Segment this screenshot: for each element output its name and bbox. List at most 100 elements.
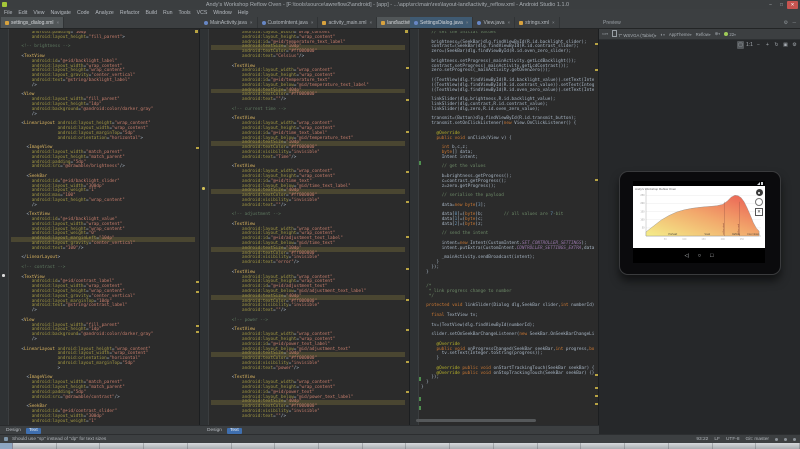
warning-stripe-mark[interactable] — [405, 391, 409, 393]
warning-stripe-mark[interactable] — [405, 67, 409, 69]
theme-selector[interactable]: AppTheme▾ — [669, 32, 692, 37]
menu-item-code[interactable]: Code — [77, 10, 89, 16]
minimize-button[interactable]: – — [765, 1, 776, 9]
activity-selector[interactable]: Reflow▾ — [696, 32, 711, 37]
lock-icon[interactable] — [775, 437, 778, 441]
zoom-in-icon[interactable]: + — [764, 41, 771, 49]
menu-item-file[interactable]: File — [4, 10, 12, 16]
taskbar-button[interactable] — [275, 443, 320, 449]
caret-position[interactable]: 93:22 — [696, 437, 708, 442]
zoom-out-icon[interactable]: − — [755, 41, 762, 49]
taskbar-button[interactable] — [581, 443, 626, 449]
warning-stripe-mark[interactable] — [594, 374, 598, 376]
taskbar-button[interactable] — [450, 443, 494, 449]
tab-close-icon[interactable]: × — [57, 20, 60, 25]
warning-stripe-mark[interactable] — [594, 387, 598, 389]
menu-item-edit[interactable]: Edit — [18, 10, 27, 16]
text-tab[interactable]: Text — [25, 427, 41, 434]
editor-gutter[interactable] — [0, 29, 9, 425]
menu-item-navigate[interactable]: Navigate — [50, 10, 70, 16]
taskbar-button[interactable] — [756, 443, 800, 449]
taskbar-button[interactable] — [13, 443, 57, 449]
warning-stripe-mark[interactable] — [405, 299, 409, 301]
warning-stripe-mark[interactable] — [195, 325, 199, 327]
menu-item-analyze[interactable]: Analyze — [95, 10, 113, 16]
taskbar-button[interactable] — [494, 443, 538, 449]
taskbar-button[interactable] — [57, 443, 101, 449]
warning-stripe-mark[interactable] — [405, 236, 409, 238]
preview-settings-icon[interactable]: ⚙ — [791, 41, 798, 49]
menu-item-view[interactable]: View — [33, 10, 44, 16]
maximize-button[interactable]: □ — [776, 1, 787, 9]
warning-stripe-mark[interactable] — [405, 171, 409, 173]
tab-close-icon[interactable]: × — [508, 20, 511, 25]
start-button[interactable] — [0, 443, 13, 449]
code-editor-left[interactable]: android:padding="10dp" android:layout_he… — [11, 31, 195, 425]
locale-globe-icon[interactable]: ⊕▾ — [715, 31, 721, 37]
editor-tab-view.java[interactable]: View.java × — [473, 17, 516, 28]
lightbulb-icon[interactable] — [202, 187, 205, 190]
device-selector[interactable]: 7" WSVGA (Tablet)▾ — [612, 30, 656, 38]
taskbar-button[interactable] — [188, 443, 232, 449]
tab-close-icon[interactable]: × — [370, 20, 373, 25]
editor-pane-settings-dialog-java[interactable]: // set the initial values brightness=(Se… — [410, 29, 599, 425]
api-level-selector[interactable]: 22▾ — [724, 31, 736, 37]
hide-panel-icon[interactable]: ─ — [792, 20, 796, 26]
taskbar-button[interactable] — [713, 443, 757, 449]
gutter-marker-icon[interactable] — [2, 274, 5, 277]
warning-stripe-mark[interactable] — [195, 281, 199, 283]
taskbar-button[interactable] — [100, 443, 145, 449]
warning-stripe-mark[interactable] — [405, 131, 409, 133]
night-mode-icon[interactable]: ◐▾ — [660, 32, 664, 37]
editor-tab-activity_main.xml[interactable]: activity_main.xml × — [318, 17, 378, 28]
taskbar-button[interactable] — [363, 443, 407, 449]
taskbar-button[interactable] — [538, 443, 582, 449]
warning-stripe-mark[interactable] — [594, 403, 598, 405]
editor-tab-mainactivity.java[interactable]: MainActivity.java × — [200, 17, 258, 28]
editor-pane-settings-dialog-xml[interactable]: android:padding="10dp" android:layout_he… — [0, 29, 200, 425]
editor-gutter[interactable] — [410, 29, 419, 425]
warning-stripe-mark[interactable] — [405, 361, 409, 363]
taskbar-button[interactable] — [319, 443, 363, 449]
menu-item-tools[interactable]: Tools — [179, 10, 191, 16]
orientation-icon[interactable]: ▭▾ — [602, 31, 608, 37]
warning-stripe-mark[interactable] — [405, 329, 409, 331]
tab-close-icon[interactable]: × — [250, 20, 253, 25]
code-editor-middle[interactable]: android:layout_width="wrap_content" andr… — [211, 31, 405, 425]
tab-close-icon[interactable]: × — [311, 20, 314, 25]
horizontal-scrollbar[interactable] — [416, 419, 536, 422]
design-tab[interactable]: Design — [204, 428, 225, 434]
menu-item-run[interactable]: Run — [163, 10, 173, 16]
editor-tab-strings.xml[interactable]: strings.xml × — [515, 17, 560, 28]
taskbar-button[interactable] — [232, 443, 276, 449]
menu-item-help[interactable]: Help — [238, 10, 249, 16]
line-separator[interactable]: LF — [714, 437, 720, 442]
warning-stripe-mark[interactable] — [195, 331, 199, 333]
refresh-icon[interactable]: ↻ — [773, 41, 780, 49]
lint-message-icon[interactable] — [4, 437, 8, 441]
warning-stripe-mark[interactable] — [405, 268, 409, 270]
screenshot-icon[interactable]: ▣ — [782, 41, 789, 49]
menu-item-window[interactable]: Window — [213, 10, 231, 16]
file-encoding[interactable]: UTF-8 — [726, 437, 740, 442]
tab-close-icon[interactable]: × — [552, 20, 555, 25]
code-editor-right[interactable]: // set the initial values brightness=(Se… — [421, 31, 594, 425]
taskbar-button[interactable] — [144, 443, 188, 449]
menu-item-vcs[interactable]: VCS — [197, 10, 208, 16]
editor-tab-settingsdialog.java[interactable]: SettingsDialog.java × — [410, 17, 474, 28]
taskbar-button[interactable] — [406, 443, 451, 449]
hector-icon[interactable] — [784, 437, 787, 441]
menu-item-build[interactable]: Build — [145, 10, 157, 16]
zoom-fit-icon[interactable]: ▢ — [737, 40, 744, 49]
warning-stripe-mark[interactable] — [195, 291, 199, 293]
editor-gutter[interactable] — [200, 29, 209, 425]
tab-close-icon[interactable]: × — [466, 20, 469, 25]
editor-tab-settings_dialog.xml[interactable]: settings_dialog.xml × — [1, 17, 65, 28]
menu-item-refactor[interactable]: Refactor — [120, 10, 140, 16]
text-tab[interactable]: Text — [226, 427, 242, 434]
taskbar-button[interactable] — [669, 443, 713, 449]
warning-stripe-mark[interactable] — [594, 179, 598, 181]
design-tab[interactable]: Design — [3, 428, 24, 434]
editor-pane-activity-reflow-xml[interactable]: android:layout_width="wrap_content" andr… — [200, 29, 410, 425]
gear-icon[interactable]: ⚙ — [784, 20, 788, 26]
